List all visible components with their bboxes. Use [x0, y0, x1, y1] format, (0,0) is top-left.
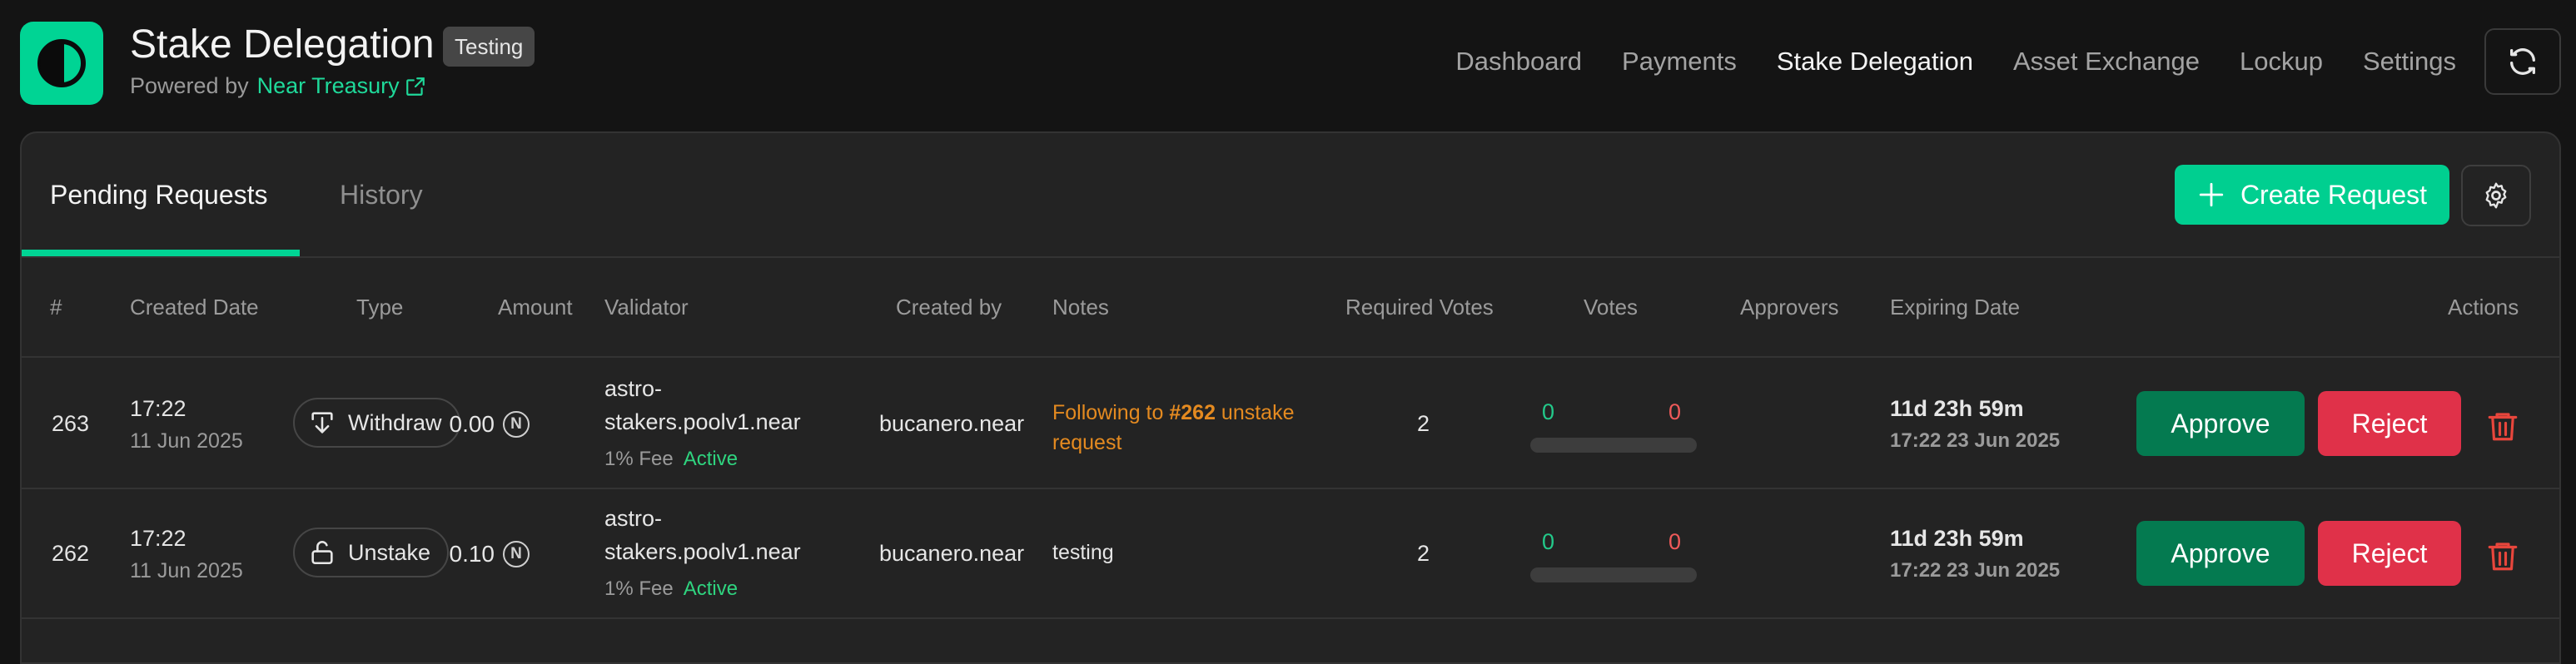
logo-icon — [37, 39, 86, 87]
environment-badge: Testing — [443, 27, 535, 67]
nav-payments[interactable]: Payments — [1622, 47, 1737, 77]
create-request-button[interactable]: Create Request — [2175, 165, 2449, 225]
validator-status: Active — [683, 577, 738, 600]
validator-name-cont: stakers.poolv1.near — [604, 539, 801, 564]
refresh-icon — [2510, 48, 2535, 75]
reject-votes: 0 — [1668, 529, 1682, 554]
requests-panel: Pending Requests History Create Request … — [20, 131, 2561, 664]
created-by: bucanero.near — [879, 541, 1025, 566]
votes-progress-bar — [1530, 567, 1697, 582]
amount-value: 0.00 — [449, 411, 495, 437]
type-badge: Withdraw — [293, 398, 460, 448]
main-nav: Dashboard Payments Stake Delegation Asse… — [1455, 47, 2456, 77]
delete-button[interactable] — [2484, 406, 2521, 446]
amount-value: 0.10 — [449, 541, 495, 567]
type-badge: Unstake — [293, 528, 450, 577]
required-votes: 2 — [1417, 541, 1430, 566]
reject-votes: 0 — [1668, 399, 1682, 424]
tab-pending-requests[interactable]: Pending Requests — [50, 180, 268, 211]
validator-fee: 1% Fee Active — [604, 577, 738, 601]
withdraw-icon — [311, 412, 333, 434]
col-created-by: Created by — [896, 295, 1002, 320]
notes: testing — [1052, 541, 1114, 564]
created-time: 17:22 — [130, 526, 186, 551]
trash-icon — [2488, 543, 2518, 571]
table-row[interactable]: 263 17:22 11 Jun 2025 Withdraw 0.00 N as… — [22, 359, 2559, 489]
app-header: Stake Delegation Testing Powered by Near… — [0, 0, 2576, 131]
created-time: 17:22 — [130, 396, 186, 421]
fee-label: 1% Fee — [604, 577, 674, 600]
request-id: 262 — [52, 541, 90, 566]
gear-icon — [2485, 182, 2507, 209]
col-validator: Validator — [604, 295, 689, 320]
page-title: Stake Delegation — [130, 22, 435, 67]
fee-label: 1% Fee — [604, 448, 674, 470]
approve-votes: 0 — [1542, 529, 1555, 554]
powered-by-label: Powered by — [130, 73, 249, 98]
nav-settings[interactable]: Settings — [2363, 47, 2456, 77]
validator-status: Active — [683, 448, 738, 470]
notes: Following to #262 unstake request — [1052, 398, 1352, 458]
expiring-in: 11d 23h 59m — [1890, 396, 2024, 421]
col-votes: Votes — [1584, 295, 1639, 320]
expiring-in: 11d 23h 59m — [1890, 526, 2024, 551]
nav-dashboard[interactable]: Dashboard — [1455, 47, 1582, 77]
trash-icon — [2488, 413, 2518, 441]
reject-button[interactable]: Reject — [2318, 391, 2461, 456]
validator-name: astro- — [604, 506, 663, 531]
delete-button[interactable] — [2484, 536, 2521, 576]
tab-bar: Pending Requests History Create Request — [22, 133, 2559, 258]
external-link-icon[interactable] — [405, 76, 426, 97]
col-id: # — [50, 295, 62, 320]
validator-fee: 1% Fee Active — [604, 448, 738, 471]
request-id: 263 — [52, 411, 90, 436]
settings-button[interactable] — [2461, 165, 2531, 226]
expiring-at: 17:22 23 Jun 2025 — [1890, 559, 2061, 582]
notes-prefix: Following to — [1052, 401, 1170, 424]
type-label: Withdraw — [348, 409, 442, 435]
approve-button[interactable]: Approve — [2136, 391, 2305, 456]
expiring-at: 17:22 23 Jun 2025 — [1890, 429, 2061, 452]
nav-asset-exchange[interactable]: Asset Exchange — [2013, 47, 2200, 77]
near-treasury-link[interactable]: Near Treasury — [257, 73, 400, 99]
plus-icon — [2199, 182, 2224, 207]
col-created-date: Created Date — [130, 295, 259, 320]
col-actions: Actions — [2448, 295, 2519, 320]
nav-stake-delegation[interactable]: Stake Delegation — [1777, 47, 1973, 77]
amount: 0.10 N — [450, 541, 530, 567]
col-required-votes: Required Votes — [1345, 295, 1494, 320]
col-amount: Amount — [498, 295, 573, 320]
approve-votes: 0 — [1542, 399, 1555, 424]
table-header: # Created Date Type Amount Validator Cre… — [22, 258, 2559, 358]
notes-ref-link[interactable]: #262 — [1169, 401, 1216, 424]
powered-by: Powered by Near Treasury — [130, 73, 426, 99]
app-logo[interactable] — [20, 22, 103, 105]
create-request-label: Create Request — [2240, 179, 2428, 210]
votes-progress-bar — [1530, 438, 1697, 453]
unlock-icon — [311, 541, 333, 565]
created-date: 11 Jun 2025 — [130, 429, 243, 453]
type-label: Unstake — [348, 539, 431, 565]
table-row[interactable]: 262 17:22 11 Jun 2025 Unstake 0.10 N ast… — [22, 489, 2559, 619]
col-expiring-date: Expiring Date — [1890, 295, 2021, 320]
nav-lockup[interactable]: Lockup — [2240, 47, 2323, 77]
approve-button[interactable]: Approve — [2136, 521, 2305, 586]
col-type: Type — [356, 295, 404, 320]
near-token-icon: N — [503, 411, 530, 438]
col-notes: Notes — [1052, 295, 1109, 320]
created-by: bucanero.near — [879, 411, 1025, 436]
tab-history[interactable]: History — [340, 180, 423, 211]
reject-button[interactable]: Reject — [2318, 521, 2461, 586]
amount: 0.00 N — [450, 411, 530, 438]
active-tab-indicator — [22, 250, 300, 256]
near-token-icon: N — [503, 541, 530, 567]
validator-name: astro- — [604, 376, 663, 401]
validator-name-cont: stakers.poolv1.near — [604, 409, 801, 434]
col-approvers: Approvers — [1740, 295, 1839, 320]
created-date: 11 Jun 2025 — [130, 559, 243, 582]
refresh-button[interactable] — [2484, 28, 2561, 95]
required-votes: 2 — [1417, 411, 1430, 436]
